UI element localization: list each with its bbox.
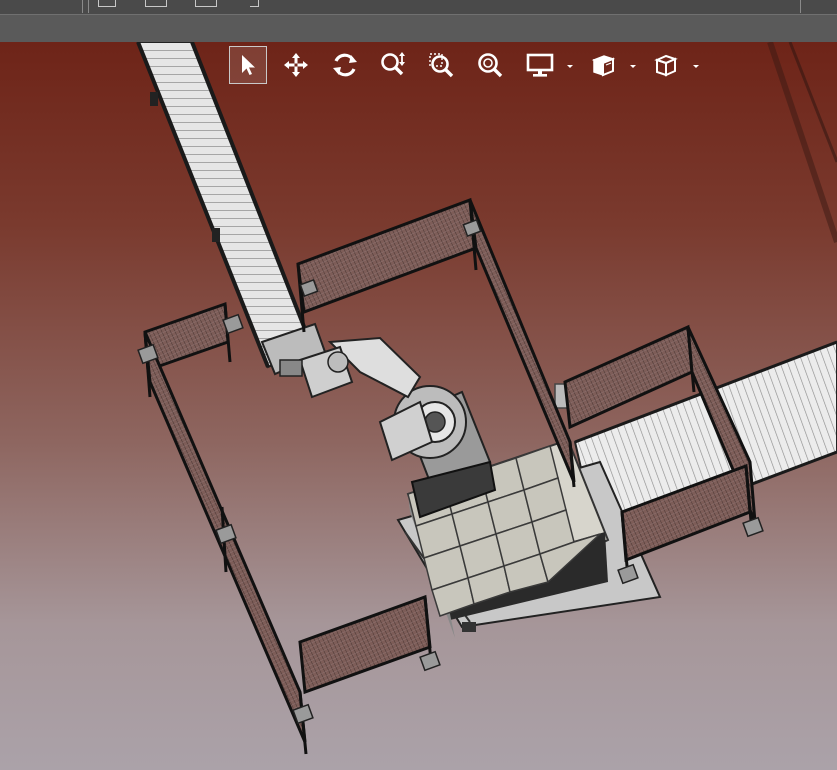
cursor-icon [242, 55, 255, 75]
arrow-icon[interactable] [250, 0, 259, 7]
panel-header-band [0, 15, 837, 42]
pan-tool-button[interactable] [277, 46, 315, 84]
layers-icon[interactable] [145, 0, 167, 7]
zoom-fit-tool-button[interactable] [471, 46, 509, 84]
chevron-down-icon[interactable] [565, 61, 575, 71]
background-streak [767, 42, 837, 243]
rotate-icon [333, 53, 357, 77]
chevron-down-icon[interactable] [691, 61, 701, 71]
toolbar-separator [82, 0, 83, 13]
zoom-window-tool-button[interactable] [422, 46, 460, 84]
projection-button[interactable] [647, 46, 685, 84]
zoom-fit-icon [478, 53, 503, 78]
3d-viewport[interactable] [0, 42, 837, 770]
box-outline-icon [654, 54, 678, 77]
select-tool-button[interactable] [229, 46, 267, 84]
zoom-updown-icon [381, 52, 405, 76]
rotate-tool-button[interactable] [326, 46, 364, 84]
display-mode-button[interactable] [521, 46, 559, 84]
monitor-icon [526, 53, 554, 77]
zoom-tool-button[interactable] [374, 46, 412, 84]
view-cube-icon [591, 55, 616, 77]
main-toolbar [0, 0, 837, 15]
move-arrows-icon [284, 53, 308, 77]
toolbar-separator [800, 0, 801, 13]
printer-icon[interactable] [195, 0, 217, 7]
robot-cell-scene [136, 42, 837, 755]
toolbar-separator [88, 0, 89, 13]
view-cube-button[interactable] [584, 46, 622, 84]
industrial-robot [279, 336, 497, 519]
list-icon[interactable] [98, 0, 116, 7]
zoom-window-icon [429, 53, 454, 78]
background-streak [788, 42, 837, 163]
chevron-down-icon[interactable] [628, 61, 638, 71]
